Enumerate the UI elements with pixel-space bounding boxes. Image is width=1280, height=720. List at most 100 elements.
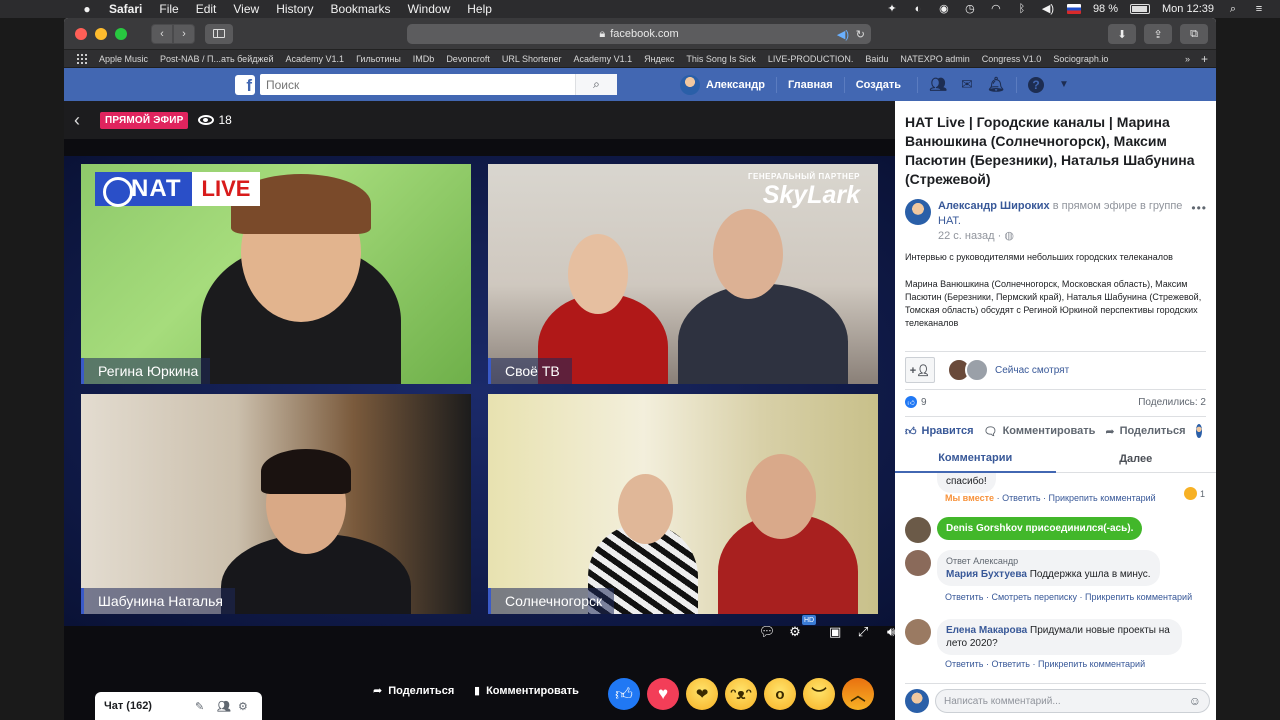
- back-arrow-icon[interactable]: ‹: [74, 110, 90, 131]
- apple-menu-icon[interactable]: ●: [79, 2, 95, 16]
- address-bar[interactable]: 🔒︎ facebook.com ◀) ↻: [407, 24, 871, 44]
- people-icon[interactable]: 👥︎: [217, 700, 231, 713]
- tab-more[interactable]: Далее: [1055, 445, 1216, 473]
- emoji-icon[interactable]: ☺: [1189, 694, 1201, 708]
- pin-comment-link[interactable]: Прикрепить комментарий: [1038, 659, 1145, 669]
- we-together-reaction[interactable]: Мы вместе: [945, 493, 994, 503]
- profile-link[interactable]: Александр: [706, 79, 765, 91]
- love-reaction-icon[interactable]: ♥: [647, 678, 679, 710]
- bookmark-item[interactable]: Sociograph.io: [1053, 54, 1108, 64]
- close-window-button[interactable]: [75, 27, 87, 40]
- picture-in-picture-icon[interactable]: ▣: [826, 623, 844, 641]
- watching-now-link[interactable]: Сейчас смотрят: [995, 365, 1069, 376]
- forward-button[interactable]: ›: [173, 23, 195, 44]
- volume-icon[interactable]: ◀): [1041, 3, 1055, 15]
- avatar[interactable]: [680, 74, 700, 95]
- live-chat-icon[interactable]: 💬︎: [758, 623, 776, 641]
- menubar-clock[interactable]: Mon 12:39: [1162, 3, 1214, 15]
- bookmark-item[interactable]: Academy V1.1: [286, 54, 345, 64]
- facebook-logo-icon[interactable]: f: [235, 74, 255, 95]
- tab-comments[interactable]: Комментарии: [895, 445, 1056, 473]
- show-all-bookmarks-icon[interactable]: [77, 53, 87, 64]
- bookmark-item[interactable]: URL Shortener: [502, 54, 562, 64]
- post-title[interactable]: НАТ Live | Городские каналы | Марина Ван…: [905, 113, 1209, 189]
- bookmark-item[interactable]: Congress V1.0: [982, 54, 1042, 64]
- search-icon[interactable]: ⌕: [575, 74, 617, 95]
- bookmark-item[interactable]: This Song Is Sick: [686, 54, 756, 64]
- gear-icon[interactable]: ⚙: [238, 700, 248, 713]
- wifi-icon[interactable]: ◠: [989, 3, 1003, 15]
- pin-comment-link[interactable]: Прикрепить комментарий: [1085, 592, 1192, 602]
- compose-icon[interactable]: ✎: [195, 700, 204, 713]
- comment-input[interactable]: Написать комментарий... ☺: [935, 689, 1210, 713]
- tabs-overview-button[interactable]: ⧉: [1180, 24, 1208, 44]
- help-icon[interactable]: ?: [1027, 76, 1044, 93]
- add-friend-icon[interactable]: +👤︎: [905, 357, 935, 383]
- comment-video-button[interactable]: ▮ Комментировать: [474, 684, 579, 698]
- downloads-button[interactable]: ⬇: [1108, 24, 1136, 44]
- view-thread-link[interactable]: Смотреть переписку: [991, 592, 1076, 602]
- bluetooth-icon[interactable]: ᛒ: [1015, 3, 1029, 15]
- menu-window[interactable]: Window: [408, 2, 451, 16]
- menu-file[interactable]: File: [159, 2, 178, 16]
- new-tab-icon[interactable]: +: [1201, 52, 1208, 66]
- menu-edit[interactable]: Edit: [196, 2, 217, 16]
- time-machine-icon[interactable]: ◷: [963, 3, 977, 15]
- reply-link[interactable]: Ответить: [945, 592, 983, 602]
- haha-reaction-icon[interactable]: ᵔᴥᵔ: [725, 678, 757, 710]
- group-link[interactable]: НАТ.: [938, 215, 961, 227]
- like-reaction-icon[interactable]: 👍︎: [608, 678, 640, 710]
- comments-list[interactable]: спасибо! Мы вместе · Ответить · Прикрепи…: [895, 473, 1216, 685]
- author-link[interactable]: Александр Широких: [938, 200, 1050, 212]
- video-player[interactable]: ‹ ПРЯМОЙ ЭФИР 18 NAT LIVE Регина Юркина: [64, 101, 895, 720]
- post-timestamp[interactable]: 22 с. назад ·: [938, 230, 1001, 242]
- status-app-icon[interactable]: ✦: [885, 3, 899, 15]
- audio-playing-icon[interactable]: ◀): [837, 28, 849, 41]
- menu-view[interactable]: View: [233, 2, 259, 16]
- menu-help[interactable]: Help: [467, 2, 492, 16]
- comment-button[interactable]: 🗨︎ Комментировать: [984, 425, 1096, 438]
- fullscreen-icon[interactable]: ⤢: [854, 623, 872, 641]
- bookmark-item[interactable]: Post-NAB / П...ать бейджей: [160, 54, 274, 64]
- status-app-icon-2[interactable]: ◐: [911, 3, 925, 15]
- spotlight-icon[interactable]: ⌕: [1226, 3, 1240, 15]
- bookmarks-overflow-icon[interactable]: »: [1185, 54, 1190, 64]
- comment-author[interactable]: Мария Бухтуева: [946, 569, 1027, 580]
- share-video-button[interactable]: ➦ Поделиться: [373, 684, 454, 698]
- bookmark-item[interactable]: Devoncroft: [446, 54, 490, 64]
- post-as-avatar[interactable]: [1195, 424, 1202, 438]
- bookmark-item[interactable]: Baidu: [865, 54, 888, 64]
- like-count[interactable]: 👍︎ 9: [905, 396, 927, 408]
- search-input[interactable]: [260, 74, 575, 95]
- share-page-button[interactable]: ⇪: [1144, 24, 1172, 44]
- like-button[interactable]: 👍︎ Нравится: [905, 425, 974, 438]
- avatar[interactable]: [905, 689, 929, 713]
- comment-author[interactable]: Denis Gorshkov: [946, 523, 1023, 534]
- menu-app[interactable]: Safari: [109, 2, 142, 16]
- share-count[interactable]: Поделились: 2: [1138, 397, 1206, 408]
- avatar[interactable]: [905, 550, 931, 576]
- angry-reaction-icon[interactable]: ︿: [842, 678, 874, 710]
- comment-reaction-count[interactable]: 1: [1183, 487, 1205, 500]
- friend-requests-icon[interactable]: 👥︎: [929, 76, 947, 94]
- status-app-icon-3[interactable]: ◉: [937, 3, 951, 15]
- chat-tab[interactable]: Чат (162) ✎ 👥︎ ⚙: [95, 692, 262, 720]
- create-link[interactable]: Создать: [856, 79, 901, 91]
- reply-link[interactable]: Ответить: [991, 659, 1029, 669]
- zoom-window-button[interactable]: [115, 27, 127, 40]
- bookmark-item[interactable]: Apple Music: [99, 54, 148, 64]
- account-menu-chevron-down-icon[interactable]: ▼: [1055, 76, 1073, 94]
- bookmark-item[interactable]: NATEXPO admin: [900, 54, 969, 64]
- avatar[interactable]: [905, 199, 931, 225]
- pin-comment-link[interactable]: Прикрепить комментарий: [1049, 493, 1156, 503]
- care-reaction-icon[interactable]: ❤: [686, 678, 718, 710]
- reload-icon[interactable]: ↻: [856, 28, 865, 41]
- input-source-flag-icon[interactable]: [1066, 4, 1081, 14]
- comment-author[interactable]: Елена Макарова: [946, 625, 1027, 636]
- bookmark-item[interactable]: IMDb: [413, 54, 435, 64]
- wow-reaction-icon[interactable]: o: [764, 678, 796, 710]
- menu-bookmarks[interactable]: Bookmarks: [331, 2, 391, 16]
- reply-link[interactable]: Ответить: [1002, 493, 1040, 503]
- avatar[interactable]: [965, 358, 989, 382]
- avatar[interactable]: [905, 619, 931, 645]
